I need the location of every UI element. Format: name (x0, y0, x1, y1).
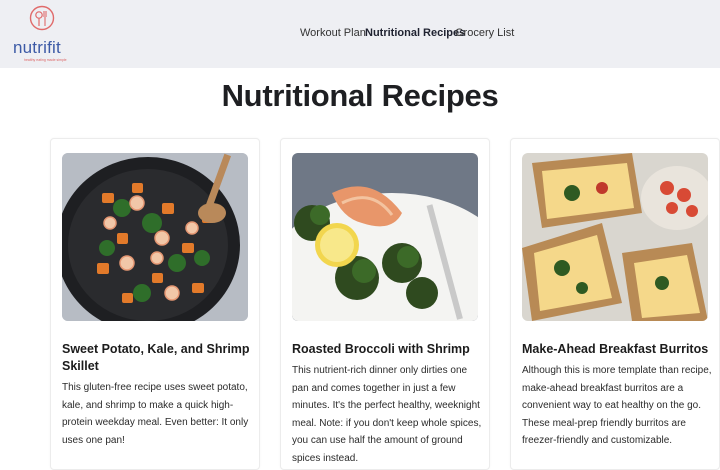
nav-link-nutritional-recipes[interactable]: Nutritional Recipes (365, 27, 465, 39)
navbar: nutrifit healthy eating made simple Work… (0, 0, 720, 68)
recipe-title[interactable]: Make-Ahead Breakfast Burritos (522, 341, 712, 358)
skillet-photo[interactable] (62, 153, 248, 321)
logo-mark-icon (29, 5, 55, 31)
recipe-card-burritos[interactable]: Make-Ahead Breakfast Burritos Although t… (510, 138, 720, 470)
recipe-title[interactable]: Roasted Broccoli with Shrimp (292, 341, 482, 358)
skillet-image (62, 153, 248, 321)
page-title: Nutritional Recipes (221, 78, 499, 113)
recipe-description: Although this is more template than reci… (522, 365, 712, 446)
recipe-card-skillet[interactable]: Sweet Potato, Kale, and Shrimp Skillet T… (50, 138, 260, 470)
nav-link-grocery-list[interactable]: Grocery List (455, 27, 514, 39)
recipe-title[interactable]: Sweet Potato, Kale, and Shrimp Skillet (62, 341, 252, 375)
recipe-description: This nutrient-rich dinner only dirties o… (292, 365, 482, 464)
burrito-photo[interactable] (522, 153, 708, 321)
brand-logo[interactable]: nutrifit healthy eating made simple (12, 4, 72, 66)
broccoli-shrimp-photo[interactable] (292, 153, 478, 321)
broccoli-shrimp-image (292, 153, 478, 321)
recipe-description: This gluten-free recipe uses sweet potat… (62, 382, 249, 446)
burrito-image (522, 153, 708, 321)
brand-tagline: healthy eating made simple (24, 58, 67, 62)
nav-link-workout-plan[interactable]: Workout Plan (300, 27, 366, 39)
brand-name: nutrifit (13, 38, 61, 57)
recipe-card-broccoli-shrimp[interactable]: Roasted Broccoli with Shrimp This nutrie… (280, 138, 490, 470)
